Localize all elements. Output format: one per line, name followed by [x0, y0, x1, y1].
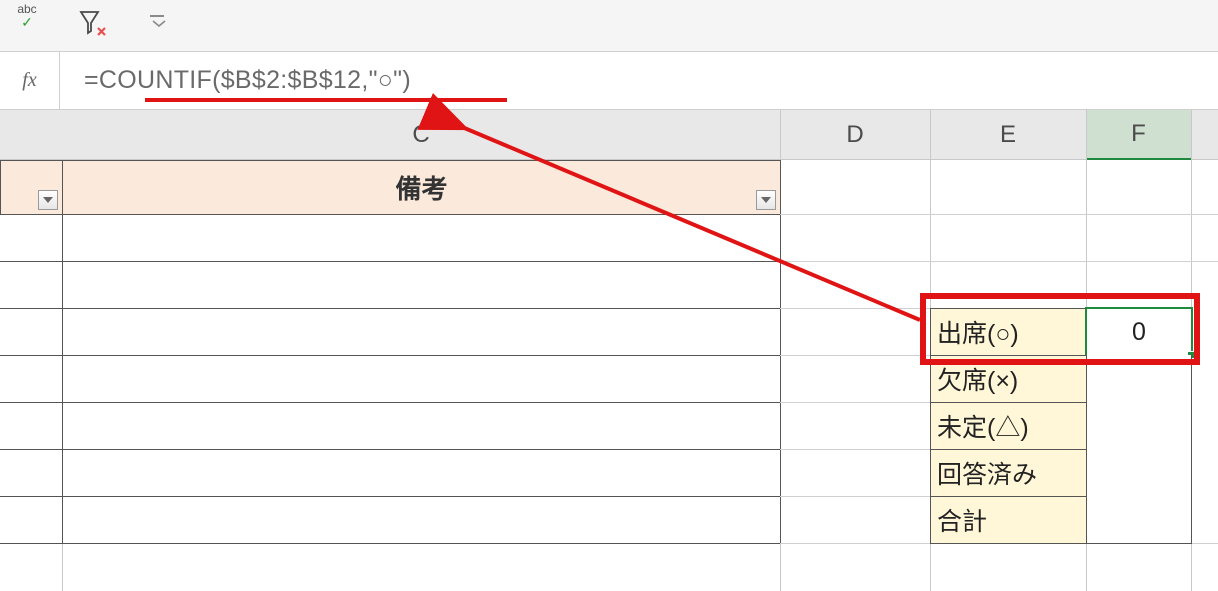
summary-value-absence[interactable] [1086, 355, 1192, 403]
gridline-horizontal [0, 402, 781, 403]
table-header-cell-b[interactable] [0, 160, 63, 215]
summary-label-text: 出席(○) [937, 314, 1019, 350]
summary-value-answered[interactable] [1086, 449, 1192, 497]
gridline-horizontal [0, 355, 781, 356]
gridline-horizontal [780, 214, 1218, 215]
chevron-down-icon [43, 197, 53, 203]
summary-label-text: 未定(△) [937, 408, 1029, 444]
overflow-icon [150, 15, 168, 27]
summary-label-text: 欠席(×) [937, 361, 1018, 397]
abc-check-button[interactable]: abc ✓ [8, 3, 46, 45]
summary-label-pending[interactable]: 未定(△) [930, 402, 1087, 450]
annotation-underline [145, 98, 507, 102]
gridline-horizontal [780, 449, 930, 450]
summary-value-pending[interactable] [1086, 402, 1192, 450]
filter-dropdown-button[interactable] [38, 190, 58, 210]
gridline-horizontal [0, 261, 781, 262]
table-header-label: 備考 [395, 169, 447, 206]
column-header-d[interactable]: D [780, 110, 930, 160]
gridline-horizontal [780, 308, 930, 309]
summary-value-attendance[interactable]: 0 [1086, 308, 1192, 356]
column-header-e[interactable]: E [930, 110, 1086, 160]
gridline-horizontal [0, 308, 781, 309]
check-icon: ✓ [21, 14, 33, 31]
table-border-vertical [780, 160, 781, 543]
table-border-vertical [62, 160, 63, 543]
formula-bar: fx =COUNTIF($B$2:$B$12,"○") [0, 52, 1218, 110]
gridline-horizontal [0, 449, 781, 450]
gridline-horizontal [780, 261, 1218, 262]
summary-label-total[interactable]: 合計 [930, 496, 1087, 544]
formula-text: =COUNTIF($B$2:$B$12,"○") [84, 66, 411, 95]
funnel-icon [78, 9, 108, 37]
column-header-row: C D E F [0, 110, 1218, 160]
filter-funnel-button[interactable] [74, 3, 112, 45]
overflow-menu-button[interactable] [140, 3, 178, 45]
summary-label-answered[interactable]: 回答済み [930, 449, 1087, 497]
filter-dropdown-button[interactable] [756, 190, 776, 210]
summary-label-text: 回答済み [937, 455, 1037, 491]
summary-label-text: 合計 [937, 502, 987, 538]
table-header-cell-c[interactable]: 備考 [62, 160, 781, 215]
formula-input[interactable]: =COUNTIF($B$2:$B$12,"○") [60, 52, 1218, 109]
gridline-horizontal [780, 355, 930, 356]
chevron-down-icon [761, 197, 771, 203]
gridline-horizontal [780, 402, 930, 403]
summary-label-absence[interactable]: 欠席(×) [930, 355, 1087, 403]
summary-label-attendance[interactable]: 出席(○) [930, 308, 1087, 356]
gridline-horizontal [0, 543, 781, 544]
summary-value-total[interactable] [1086, 496, 1192, 544]
fx-icon[interactable]: fx [0, 52, 60, 109]
column-header-c[interactable]: C [62, 110, 780, 160]
gridline-horizontal [0, 496, 781, 497]
spreadsheet-grid[interactable]: C D E F 備考 出席(○) 0 [0, 110, 1218, 591]
toolbar: abc ✓ [0, 0, 1218, 52]
gridline-horizontal [780, 496, 930, 497]
summary-value-text: 0 [1132, 318, 1146, 347]
column-header-f[interactable]: F [1086, 110, 1191, 160]
gridline-horizontal [0, 214, 781, 215]
